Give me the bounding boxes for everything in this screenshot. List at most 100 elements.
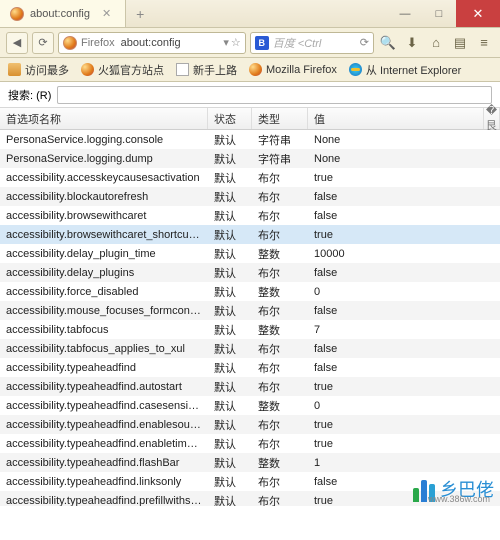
pref-row[interactable]: accessibility.browsewithcaret默认布尔false [0,206,500,225]
cell-status: 默认 [208,398,252,414]
cell-status: 默认 [208,303,252,319]
cell-status: 默认 [208,436,252,452]
cell-name: accessibility.delay_plugin_time [0,248,208,260]
cell-status: 默认 [208,227,252,243]
pref-row[interactable]: accessibility.delay_plugin_time默认整数10000 [0,244,500,263]
column-picker-icon[interactable]: �艮 [484,108,500,129]
cell-type: 布尔 [252,227,308,243]
menu-icon[interactable]: ≡ [474,32,494,54]
bookmark-mozilla[interactable]: Mozilla Firefox [249,63,337,76]
firefox-icon [10,7,24,21]
cell-value: false [308,362,500,374]
bookmark-firefox-official[interactable]: 火狐官方站点 [81,62,164,78]
cell-status: 默认 [208,341,252,357]
cell-name: accessibility.typeaheadfind [0,362,208,374]
bookmark-getting-started[interactable]: 新手上路 [176,62,237,78]
col-type[interactable]: 类型 [252,108,308,129]
downloads-icon[interactable]: ⬇ [402,32,422,54]
back-button[interactable]: ◀ [6,32,28,54]
pref-row[interactable]: accessibility.force_disabled默认整数0 [0,282,500,301]
reload-button[interactable]: ⟳ [32,32,54,54]
cell-value: true [308,172,500,184]
search-go-icon[interactable]: ⟳ [360,36,369,49]
pref-row[interactable]: PersonaService.logging.dump默认字符串None [0,149,500,168]
cell-type: 布尔 [252,436,308,452]
url-text: about:config [117,37,224,49]
cell-type: 布尔 [252,265,308,281]
cell-type: 布尔 [252,379,308,395]
cell-status: 默认 [208,208,252,224]
cell-value: true [308,381,500,393]
search-icon[interactable]: 🔍 [378,32,398,54]
cell-value: false [308,343,500,355]
cell-value: false [308,267,500,279]
search-box[interactable]: B 百度 <Ctrl ⟳ [250,32,374,54]
pref-row[interactable]: accessibility.tabfocus_applies_to_xul默认布… [0,339,500,358]
filter-input[interactable] [57,86,492,104]
close-tab-icon[interactable]: ✕ [102,7,111,20]
maximize-button[interactable]: □ [422,0,456,27]
cell-value: 7 [308,324,500,336]
identity-label: Firefox [77,37,117,49]
pref-row[interactable]: accessibility.typeaheadfind.enablesound默… [0,415,500,434]
cell-name: accessibility.typeaheadfind.prefillwiths… [0,495,208,507]
bookmark-most-visited[interactable]: 访问最多 [8,62,69,78]
cell-name: accessibility.delay_plugins [0,267,208,279]
dropdown-icon[interactable]: ▾ [223,36,229,49]
cell-name: accessibility.typeaheadfind.enablesound [0,419,208,431]
cell-status: 默认 [208,265,252,281]
col-pref-name[interactable]: 首选项名称 [0,108,208,129]
filter-bar: 搜索: (R) [0,82,500,108]
cell-value: true [308,419,500,431]
cell-name: accessibility.tabfocus [0,324,208,336]
cell-name: accessibility.typeaheadfind.casesensitiv… [0,400,208,412]
cell-value: true [308,229,500,241]
pref-row[interactable]: accessibility.accesskeycausesactivation默… [0,168,500,187]
pref-row[interactable]: accessibility.browsewithcaret_shortcut.e… [0,225,500,244]
cell-name: accessibility.browsewithcaret [0,210,208,222]
cell-name: accessibility.accesskeycausesactivation [0,172,208,184]
cell-status: 默认 [208,170,252,186]
pref-row[interactable]: accessibility.mouse_focuses_formcontrol默… [0,301,500,320]
cell-name: PersonaService.logging.console [0,134,208,146]
cell-status: 默认 [208,284,252,300]
cell-status: 默认 [208,455,252,471]
minimize-button[interactable]: — [388,0,422,27]
cell-status: 默认 [208,493,252,507]
pref-row[interactable]: accessibility.delay_plugins默认布尔false [0,263,500,282]
cell-type: 布尔 [252,303,308,319]
cell-type: 布尔 [252,341,308,357]
col-status[interactable]: 状态 [208,108,252,129]
cell-value: None [308,153,500,165]
cell-type: 整数 [252,322,308,338]
pref-row[interactable]: accessibility.typeaheadfind.flashBar默认整数… [0,453,500,472]
baidu-icon[interactable]: B [255,36,269,50]
pref-row[interactable]: accessibility.typeaheadfind.enabletimeou… [0,434,500,453]
cell-value: 0 [308,286,500,298]
pref-row[interactable]: accessibility.typeaheadfind默认布尔false [0,358,500,377]
new-tab-button[interactable]: + [126,0,154,27]
address-bar[interactable]: Firefox about:config ▾ ☆ [58,32,246,54]
cell-name: accessibility.blockautorefresh [0,191,208,203]
close-window-button[interactable]: ✕ [456,0,500,27]
bookmark-star-icon[interactable]: ☆ [231,36,241,49]
bookmark-from-ie[interactable]: 从 Internet Explorer [349,62,461,78]
filter-label: 搜索: (R) [8,87,51,103]
title-bar: about:config ✕ + — □ ✕ [0,0,500,28]
pref-row[interactable]: PersonaService.logging.console默认字符串None [0,130,500,149]
cell-type: 整数 [252,398,308,414]
pref-row[interactable]: accessibility.typeaheadfind.autostart默认布… [0,377,500,396]
pref-row[interactable]: accessibility.typeaheadfind.casesensitiv… [0,396,500,415]
pref-row[interactable]: accessibility.blockautorefresh默认布尔false [0,187,500,206]
pref-row[interactable]: accessibility.tabfocus默认整数7 [0,320,500,339]
firefox-icon [81,63,94,76]
cell-name: accessibility.typeaheadfind.flashBar [0,457,208,469]
bookmarks-icon[interactable]: ▤ [450,32,470,54]
cell-status: 默认 [208,189,252,205]
col-value[interactable]: 值 [308,108,484,129]
cell-name: accessibility.browsewithcaret_shortcut.e… [0,229,208,241]
cell-status: 默认 [208,417,252,433]
tab-aboutconfig[interactable]: about:config ✕ [0,0,126,27]
home-icon[interactable]: ⌂ [426,32,446,54]
cell-name: accessibility.typeaheadfind.autostart [0,381,208,393]
